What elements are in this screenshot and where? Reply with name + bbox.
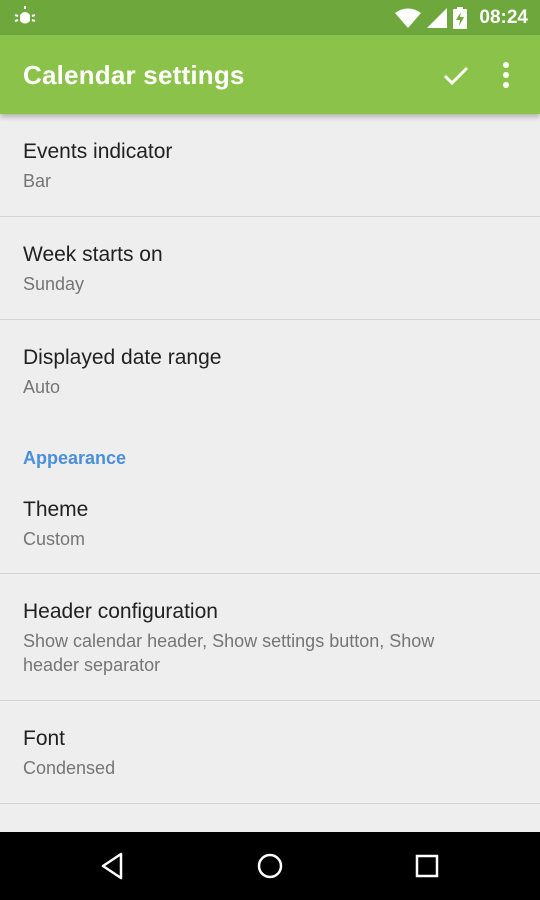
pref-theme[interactable]: Theme Custom [0, 484, 540, 573]
pref-title: Displayed date range [23, 346, 222, 369]
pref-events-indicator[interactable]: Events indicator Bar [0, 114, 540, 216]
pref-summary: Condensed [23, 758, 116, 778]
pref-summary-line1: Show calendar header, Show settings butt… [23, 631, 435, 651]
pref-title: Font [23, 727, 66, 750]
back-icon[interactable] [93, 846, 133, 886]
pref-summary: Sunday [23, 274, 85, 294]
pref-displayed-date-range[interactable]: Displayed date range Auto [0, 320, 540, 410]
navigation-bar [0, 832, 540, 900]
home-icon[interactable] [250, 846, 290, 886]
android-debug-icon [14, 6, 36, 24]
pref-title: Week starts on [23, 243, 163, 266]
recents-icon[interactable] [407, 846, 447, 886]
battery-charging-icon [453, 6, 468, 29]
pref-title: Theme [23, 498, 89, 521]
wifi-icon [395, 8, 422, 28]
check-icon[interactable] [440, 59, 472, 91]
page-title: Calendar settings [23, 60, 245, 90]
pref-title: Header configuration [23, 600, 218, 623]
more-vert-icon[interactable] [495, 59, 517, 91]
status-time: 08:24 [479, 6, 528, 28]
divider [0, 803, 540, 804]
status-bar: 08:24 [0, 0, 540, 35]
pref-title: Events indicator [23, 140, 173, 163]
category-appearance: Appearance [23, 448, 127, 468]
pref-summary: Bar [23, 171, 52, 191]
pref-header-configuration[interactable]: Header configuration Show calendar heade… [0, 574, 540, 700]
pref-week-starts-on[interactable]: Week starts on Sunday [0, 217, 540, 319]
app-bar: Calendar settings [0, 35, 540, 114]
pref-summary-line2: header separator [23, 655, 161, 675]
signal-icon [427, 7, 448, 28]
pref-summary: Auto [23, 377, 61, 397]
settings-list: Events indicator Bar Week starts on Sund… [0, 114, 540, 832]
pref-summary: Custom [23, 529, 86, 549]
status-icons: 08:24 [395, 0, 528, 35]
pref-font[interactable]: Font Condensed [0, 701, 540, 803]
